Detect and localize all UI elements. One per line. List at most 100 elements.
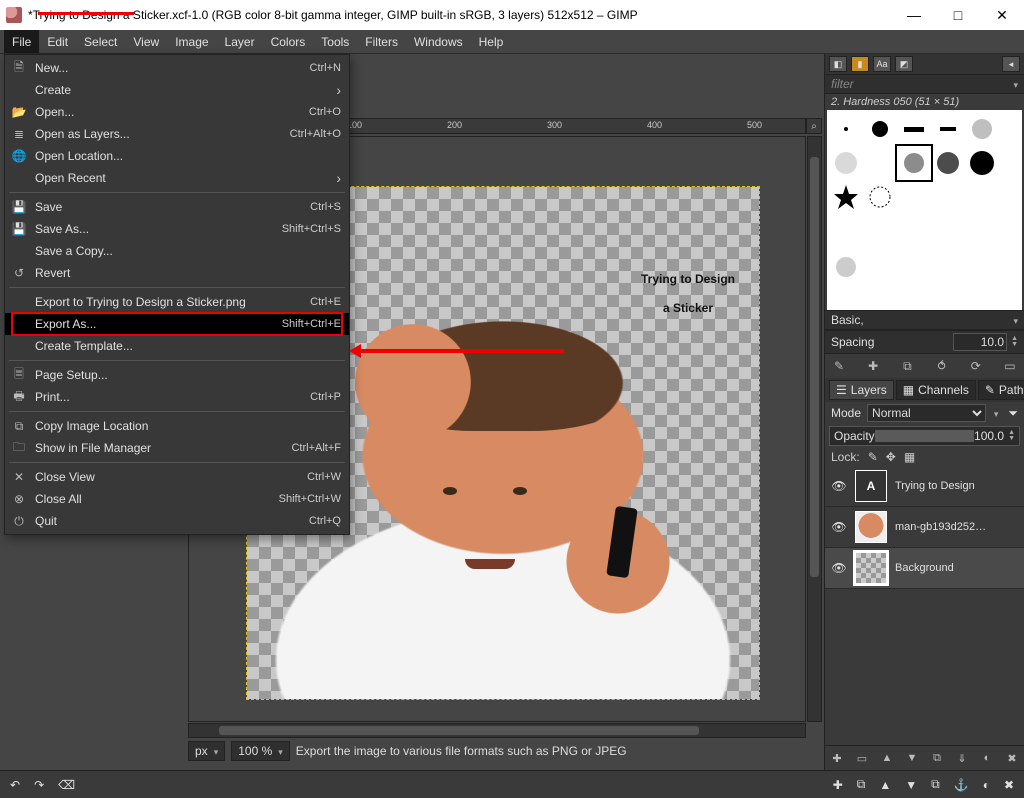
brush-swatch[interactable] [863,112,897,146]
close-window-button[interactable]: ✕ [980,0,1024,30]
file-menu-copy-image-location[interactable]: ⧉Copy Image Location [5,415,349,437]
layer-item[interactable]: 👁 A Trying to Design [825,466,1024,507]
opacity-slider[interactable]: Opacity 100.0 ▲▼ [829,426,1020,446]
file-menu-create[interactable]: Create [5,79,349,101]
file-menu-open-recent[interactable]: Open Recent [5,167,349,189]
delete-brush-icon[interactable]: ⥀ [934,358,950,374]
dock-menu-icon[interactable]: ◂ [1002,56,1020,72]
delete-layer-icon[interactable]: ✖ [1004,750,1020,766]
mask-icon[interactable]: ◐ [983,778,990,792]
brush-filter[interactable]: filter [825,74,1024,94]
unit-combo[interactable]: px [188,741,225,761]
file-menu-export-to-trying-to-design-a-sticker-png[interactable]: Export to Trying to Design a Sticker.png… [5,291,349,313]
brush-preset-combo[interactable]: Basic, [825,310,1024,330]
brush-swatch[interactable] [829,112,863,146]
file-menu-save-as[interactable]: 💾Save As...Shift+Ctrl+S [5,218,349,240]
scrollbar-vertical[interactable] [807,136,822,722]
merge-down-icon[interactable]: ⇓ [954,750,970,766]
file-menu-create-template[interactable]: Create Template... [5,335,349,357]
new-layer-icon[interactable]: ✚ [829,750,845,766]
scrollbar-thumb[interactable] [810,157,819,577]
file-menu-page-setup[interactable]: 🗏Page Setup... [5,364,349,386]
duplicate-brush-icon[interactable]: ⧉ [899,358,915,374]
brush-swatch[interactable] [829,250,863,284]
brush-swatch[interactable] [829,146,863,180]
menu-help[interactable]: Help [471,30,512,53]
layer-name[interactable]: Trying to Design [895,480,1018,492]
brush-swatch[interactable] [965,112,999,146]
mask-icon[interactable]: ◐ [979,750,995,766]
spinner-icon[interactable]: ▲▼ [1011,336,1018,348]
opacity-bar[interactable] [875,430,974,442]
minimize-button[interactable]: — [892,0,936,30]
raise-layer-icon[interactable]: ▲ [879,750,895,766]
layer-item-selected[interactable]: 👁 Background [825,548,1024,589]
spinner-icon[interactable]: ▲▼ [1008,430,1015,442]
menu-select[interactable]: Select [76,30,125,53]
menu-edit[interactable]: Edit [39,30,76,53]
tab-patterns-icon[interactable]: ◧ [829,56,847,72]
file-menu-open[interactable]: 📂Open...Ctrl+O [5,101,349,123]
tab-history-icon[interactable]: ◩ [895,56,913,72]
file-menu-open-location[interactable]: 🌐Open Location... [5,145,349,167]
file-menu-export-as[interactable]: Export As...Shift+Ctrl+E [5,313,349,335]
new-group-icon[interactable]: ▭ [854,750,870,766]
menu-filters[interactable]: Filters [357,30,406,53]
lower-layer-icon[interactable]: ▼ [904,750,920,766]
lock-alpha-icon[interactable]: ▦ [904,450,915,464]
file-menu-show-in-file-manager[interactable]: 🗀Show in File ManagerCtrl+Alt+F [5,437,349,459]
refresh-brush-icon[interactable]: ⟳ [968,358,984,374]
anchor-icon[interactable]: ⚓ [954,778,969,792]
scrollbar-horizontal[interactable] [188,723,806,738]
lock-position-icon[interactable]: ✥ [886,450,896,464]
tab-paths[interactable]: ✎Paths [978,380,1024,400]
spacing-input[interactable] [953,333,1007,351]
tab-channels[interactable]: ▦Channels [896,380,976,400]
mode-select[interactable]: Normal [867,404,986,422]
menu-file[interactable]: File [4,30,39,53]
clone-icon[interactable]: ⧉ [931,777,940,792]
open-brush-icon[interactable]: ▭ [1002,358,1018,374]
trash-icon[interactable]: ✖ [1004,778,1014,792]
undo-icon[interactable]: ↶ [10,778,20,792]
menu-windows[interactable]: Windows [406,30,471,53]
menu-image[interactable]: Image [167,30,216,53]
file-menu-new[interactable]: 🗎New...Ctrl+N [5,57,349,79]
edit-brush-icon[interactable]: ✎ [831,358,847,374]
raise-icon[interactable]: ▲ [879,778,891,792]
scrollbar-thumb[interactable] [219,726,699,735]
duplicate-icon[interactable]: ⧉ [857,777,866,792]
brush-swatch[interactable] [829,180,863,214]
ruler-nav-icon[interactable]: ⌕ [806,118,822,134]
lower-icon[interactable]: ▼ [905,778,917,792]
zoom-combo[interactable]: 100 % [231,741,290,761]
new-brush-icon[interactable]: ✚ [865,358,881,374]
layer-thumbnail[interactable] [855,511,887,543]
file-menu-revert[interactable]: ↺Revert [5,262,349,284]
layer-thumbnail[interactable]: A [855,470,887,502]
mode-menu-icon[interactable]: ⏷ [1008,406,1018,421]
layer-name[interactable]: Background [895,562,1018,574]
file-menu-print[interactable]: 🖶Print...Ctrl+P [5,386,349,408]
file-menu-save-a-copy[interactable]: Save a Copy... [5,240,349,262]
tab-brushes-icon[interactable]: ▮ [851,56,869,72]
brush-spacing[interactable]: Spacing ▲▼ [825,330,1024,354]
file-menu-close-all[interactable]: ⊗Close AllShift+Ctrl+W [5,488,349,510]
brush-grid[interactable] [827,110,1022,310]
lock-pixels-icon[interactable]: ✎ [868,450,878,464]
file-menu-close-view[interactable]: ✕Close ViewCtrl+W [5,466,349,488]
menu-layer[interactable]: Layer [217,30,263,53]
layer-thumbnail[interactable] [855,552,887,584]
visibility-toggle-icon[interactable]: 👁 [831,520,847,534]
brush-swatch[interactable] [931,112,965,146]
tab-fonts-icon[interactable]: Aa [873,56,891,72]
tab-layers[interactable]: ☰Layers [829,380,894,400]
menu-tools[interactable]: Tools [313,30,357,53]
file-menu-open-as-layers[interactable]: ≣Open as Layers...Ctrl+Alt+O [5,123,349,145]
brush-swatch-selected[interactable] [897,146,931,180]
maximize-button[interactable]: □ [936,0,980,30]
menu-view[interactable]: View [125,30,167,53]
visibility-toggle-icon[interactable]: 👁 [831,561,847,575]
redo-icon[interactable]: ↷ [34,778,44,792]
brush-swatch[interactable] [965,146,999,180]
